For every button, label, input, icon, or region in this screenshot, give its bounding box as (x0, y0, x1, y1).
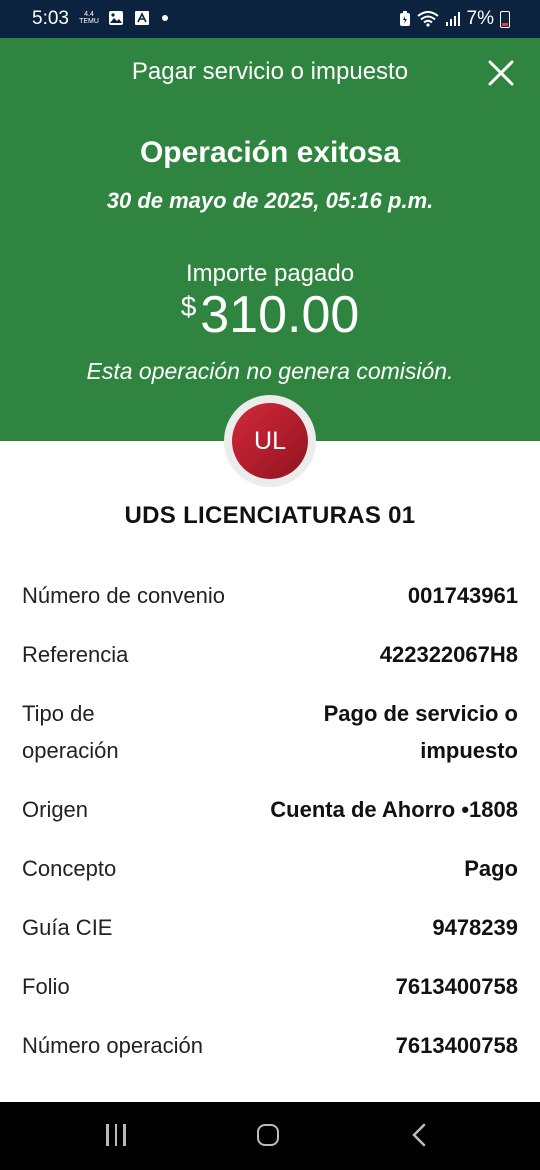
back-button[interactable] (408, 1123, 432, 1147)
currency-symbol: $ (180, 291, 197, 322)
detail-value: 7613400758 (395, 974, 518, 999)
detail-row-origen: Origen Cuenta de Ahorro •1808 (22, 791, 518, 828)
amount-value: 310.00 (200, 286, 360, 344)
detail-label: Origen (22, 797, 89, 822)
detail-label: Folio (22, 974, 70, 999)
detail-row-tipo-operacion: Tipo de operación Pago de servicio o imp… (22, 695, 518, 769)
detail-value: Pago (464, 856, 518, 881)
detail-value: 001743961 (407, 583, 518, 608)
detail-label: Referencia (22, 642, 129, 667)
detail-row-convenio: Número de convenio 001743961 (22, 577, 518, 614)
temu-notification-icon: 4.4 TEMU (79, 11, 99, 25)
detail-label: Número operación (22, 1033, 203, 1058)
operation-date: 30 de mayo de 2025, 05:16 p.m. (106, 188, 434, 213)
more-notifications-dot-icon (162, 15, 168, 21)
home-button[interactable] (257, 1124, 279, 1146)
detail-row-folio: Folio 7613400758 (22, 968, 518, 1005)
payee-avatar-ring: UL (224, 395, 316, 487)
battery-percent: 7% (466, 8, 494, 29)
system-icons: 7% (399, 8, 510, 30)
detail-label: Concepto (22, 856, 117, 881)
detail-value: 422322067H8 (379, 642, 518, 667)
notification-icons: 4.4 TEMU (78, 9, 168, 27)
detail-row-guia-cie: Guía CIE 9478239 (22, 909, 518, 946)
detail-row-referencia: Referencia 422322067H8 (22, 636, 518, 673)
recent-apps-button[interactable] (106, 1124, 128, 1146)
battery-icon (500, 10, 510, 28)
amount-paid: $310.00 (0, 285, 540, 345)
page-title: Pagar servicio o impuesto (131, 58, 409, 85)
detail-label: Número de convenio (22, 583, 226, 608)
detail-value: 9478239 (432, 915, 518, 940)
detail-value: Pago de servicio o impuesto (323, 701, 518, 763)
detail-value: 7613400758 (395, 1033, 518, 1058)
detail-row-concepto: Concepto Pago (22, 850, 518, 887)
status-time: 5:03 (32, 8, 69, 29)
success-title: Operación exitosa (139, 136, 401, 169)
system-navigation-bar (0, 1102, 540, 1170)
avatar: UL (232, 403, 308, 479)
app-notification-icon (132, 9, 152, 27)
fee-note: Esta operación no genera comisión. (86, 358, 454, 384)
close-icon (488, 60, 514, 86)
gallery-notification-icon (106, 9, 126, 27)
details-list: Número de convenio 001743961 Referencia … (22, 577, 518, 1086)
signal-icon (445, 12, 460, 26)
status-bar: 5:03 4.4 TEMU 7% (0, 0, 540, 38)
battery-saver-icon (399, 11, 410, 26)
detail-value: Cuenta de Ahorro •1808 (270, 797, 518, 822)
detail-row-numero-operacion: Número operación 7613400758 (22, 1027, 518, 1064)
detail-label: Guía CIE (22, 915, 113, 940)
recents-bar-icon (106, 1124, 109, 1146)
amount-label: Importe pagado (185, 260, 355, 287)
detail-label: Tipo de operación (22, 701, 119, 763)
back-chevron-icon (412, 1123, 426, 1147)
recents-bar-icon (114, 1124, 117, 1146)
close-button[interactable] (484, 56, 518, 90)
recents-bar-icon (123, 1124, 126, 1146)
confirmation-header: Pagar servicio o impuesto Operación exit… (0, 38, 540, 441)
wifi-icon (416, 11, 439, 27)
payee-name: UDS LICENCIATURAS 01 (124, 502, 416, 529)
